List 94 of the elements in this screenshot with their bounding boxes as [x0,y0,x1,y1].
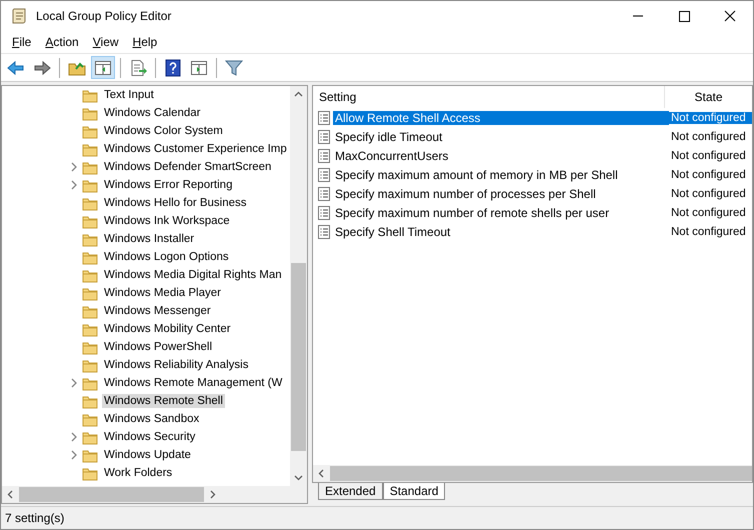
tab[interactable]: Standard [382,483,446,500]
tab[interactable]: Extended [318,483,383,500]
tree-item[interactable]: Windows Remote Shell [102,394,225,408]
setting-state: Not configured [670,168,747,180]
setting-name: Specify maximum amount of memory in MB per Shell [335,168,619,182]
table-row[interactable]: Specify Shell Timeout Not configured [313,222,752,241]
setting-icon [317,224,331,240]
folder-icon [82,232,98,246]
tree-item[interactable]: Windows Logon Options [102,250,231,264]
setting-name: Specify idle Timeout [335,130,444,144]
menu-item[interactable]: Help [126,35,164,49]
folder-icon [82,124,98,138]
status-text: 7 setting(s) [1,506,753,529]
setting-state: Not configured [670,130,747,142]
folder-icon [82,286,98,300]
horizontal-scrollbar[interactable] [313,465,752,482]
folder-icon [82,160,98,174]
setting-state: Not configured [670,150,747,162]
tree-item[interactable]: Windows Color System [102,124,225,138]
folder-icon [82,376,98,390]
tree-item[interactable]: Windows Media Player [102,286,223,300]
table-row[interactable]: MaxConcurrentUsers Not configured [313,146,752,165]
help-icon [163,58,183,78]
setting-state: Not configured [669,112,752,124]
setting-icon [317,128,331,144]
setting-name: Allow Remote Shell Access [333,110,669,124]
menu-item[interactable]: File [5,35,38,49]
tree-item[interactable]: Windows PowerShell [102,340,214,354]
folder-icon [82,196,98,210]
setting-name: Specify maximum number of processes per Shell [335,186,597,200]
setting-name: Specify Shell Timeout [335,224,452,238]
setting-icon [317,186,331,202]
scroll-icon [10,7,28,25]
chevron-icon[interactable] [70,432,78,442]
tree-item[interactable]: Work Folders [102,466,174,480]
tree-item[interactable]: Windows Reliability Analysis [102,358,250,372]
setting-name: MaxConcurrentUsers [335,148,450,162]
tree-item[interactable]: Windows Sandbox [102,412,202,426]
setting-state: Not configured [670,188,747,200]
setting-state: Not configured [670,206,747,218]
folder-icon [82,250,98,264]
table-row[interactable]: Specify maximum number of remote shells per user Not configured [313,203,752,222]
folder-icon [82,322,98,336]
folder-icon [82,214,98,228]
setting-icon [317,204,331,220]
tree-item[interactable]: Windows Calendar [102,106,203,120]
chevron-icon[interactable] [70,162,78,172]
tree-item[interactable]: Windows Customer Experience Imp [102,142,289,156]
menu-item[interactable]: Action [38,35,86,49]
table-row[interactable]: Allow Remote Shell Access Not configured [313,108,752,127]
tree-item[interactable]: Windows Messenger [102,304,213,318]
folder-icon [82,88,98,102]
folder-icon [82,412,98,426]
tree-item[interactable]: Windows Installer [102,232,196,246]
tree-item[interactable]: Windows Update [102,448,193,462]
folder-icon [82,340,98,354]
folder-icon [82,448,98,462]
tree-item[interactable]: Windows Security [102,430,198,444]
folder-icon [82,430,98,444]
folder-icon [82,106,98,120]
tree-item[interactable]: Windows Defender SmartScreen [102,160,274,174]
folder-icon [82,466,98,480]
setting-state: Not configured [670,226,747,238]
tree-item[interactable]: Windows Remote Management (W [102,376,284,390]
setting-icon [317,148,331,164]
folder-icon [82,268,98,282]
column-header[interactable]: State [665,86,752,108]
folder-icon [82,142,98,156]
horizontal-scrollbar[interactable] [2,486,307,503]
chevron-icon[interactable] [70,450,78,460]
folder-icon [82,394,98,408]
tree-item[interactable]: Text Input [102,88,156,102]
tree-item[interactable]: Windows Media Digital Rights Man [102,268,284,282]
vertical-scrollbar[interactable] [290,86,307,486]
setting-icon [317,110,331,126]
window-title: Local Group Policy Editor [36,9,172,23]
folder-icon [82,304,98,318]
column-header[interactable]: Setting [313,86,665,108]
chevron-icon[interactable] [70,378,78,388]
tree-item[interactable]: Windows Hello for Business [102,196,249,210]
setting-icon [317,166,331,182]
chevron-icon[interactable] [70,180,78,190]
table-row[interactable]: Specify maximum amount of memory in MB per Shell Not configured [313,165,752,184]
folder-icon [82,358,98,372]
tree-item[interactable]: Windows Mobility Center [102,322,233,336]
setting-name: Specify maximum number of remote shells per user [335,206,610,220]
folder-icon [82,178,98,192]
menu-item[interactable]: View [86,35,126,49]
toolbar-button[interactable] [91,56,115,79]
tree-item[interactable]: Windows Error Reporting [102,178,234,192]
tree-item[interactable]: Windows Ink Workspace [102,214,232,228]
table-row[interactable]: Specify idle Timeout Not configured [313,127,752,146]
table-row[interactable]: Specify maximum number of processes per Shell Not configured [313,184,752,203]
filter-icon [224,58,244,78]
